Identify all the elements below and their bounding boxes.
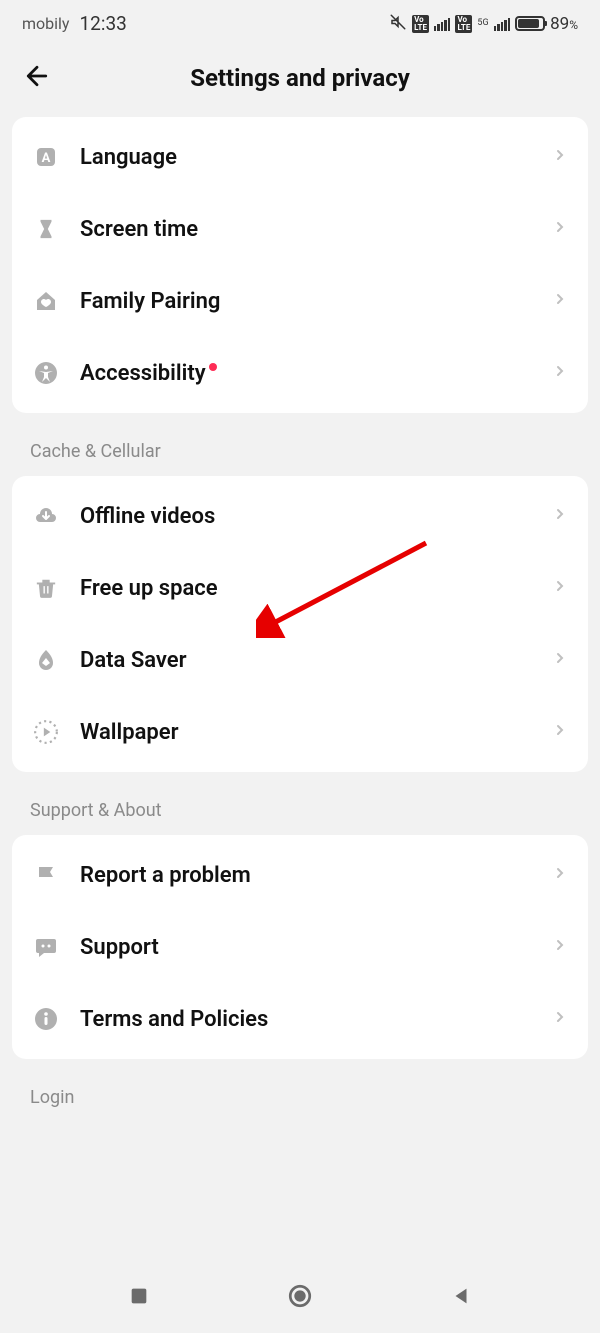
page-title: Settings and privacy (22, 64, 578, 92)
flag-icon (32, 861, 60, 889)
list-item-wallpaper[interactable]: Wallpaper (12, 696, 588, 768)
settings-group-card: A Language Screen time Family Pairing (12, 117, 588, 413)
signal-icon-1 (434, 17, 451, 31)
page-header: Settings and privacy (0, 43, 600, 117)
chevron-right-icon (552, 722, 568, 742)
carrier-label: mobily (22, 14, 70, 33)
data-saver-icon (32, 646, 60, 674)
hourglass-icon (32, 215, 60, 243)
item-label: Support (80, 935, 532, 960)
list-item-offline-videos[interactable]: Offline videos (12, 480, 588, 552)
wallpaper-icon (32, 718, 60, 746)
home-heart-icon (32, 287, 60, 315)
list-item-report-problem[interactable]: Report a problem (12, 839, 588, 911)
chevron-right-icon (552, 1009, 568, 1029)
chevron-right-icon (552, 578, 568, 598)
section-header-login: Login (12, 1059, 588, 1122)
cache-cellular-card: Offline videos Free up space Data Saver (12, 476, 588, 772)
nav-home-button[interactable] (287, 1283, 313, 1313)
chevron-right-icon (552, 650, 568, 670)
nav-back-button[interactable] (450, 1285, 472, 1311)
volte-icon-1: VoLTE (412, 15, 429, 33)
cloud-download-icon (32, 502, 60, 530)
list-item-data-saver[interactable]: Data Saver (12, 624, 588, 696)
chevron-right-icon (552, 363, 568, 383)
item-label: Data Saver (80, 648, 532, 673)
list-item-free-up-space[interactable]: Free up space (12, 552, 588, 624)
status-bar: mobily 12:33 VoLTE VoLTE 5G 89% (0, 0, 600, 43)
support-about-card: Report a problem Support Terms and Polic… (12, 835, 588, 1059)
list-item-terms-policies[interactable]: Terms and Policies (12, 983, 588, 1055)
system-nav-bar (0, 1263, 600, 1333)
mute-icon (389, 13, 407, 35)
list-item-screen-time[interactable]: Screen time (12, 193, 588, 265)
status-time: 12:33 (80, 12, 127, 35)
chevron-right-icon (552, 147, 568, 167)
section-header-cache-cellular: Cache & Cellular (12, 413, 588, 476)
item-label: Family Pairing (80, 289, 532, 314)
battery-icon (515, 16, 545, 31)
battery-percent: 89% (550, 14, 578, 34)
chevron-right-icon (552, 937, 568, 957)
item-label: Wallpaper (80, 720, 532, 745)
info-icon (32, 1005, 60, 1033)
list-item-family-pairing[interactable]: Family Pairing (12, 265, 588, 337)
list-item-language[interactable]: A Language (12, 121, 588, 193)
volte-icon-2: VoLTE (455, 15, 472, 33)
chevron-right-icon (552, 865, 568, 885)
item-label: Terms and Policies (80, 1007, 532, 1032)
item-label: Offline videos (80, 504, 532, 529)
svg-text:A: A (42, 151, 51, 166)
network-label: 5G (477, 19, 488, 28)
list-item-accessibility[interactable]: Accessibility (12, 337, 588, 409)
chevron-right-icon (552, 506, 568, 526)
item-label: Report a problem (80, 863, 532, 888)
signal-icon-2 (494, 17, 511, 31)
chevron-right-icon (552, 219, 568, 239)
chevron-right-icon (552, 291, 568, 311)
accessibility-icon (32, 359, 60, 387)
trash-icon (32, 574, 60, 602)
list-item-support[interactable]: Support (12, 911, 588, 983)
item-label: Accessibility (80, 361, 532, 386)
chat-icon (32, 933, 60, 961)
item-label: Screen time (80, 217, 532, 242)
item-label: Language (80, 145, 532, 170)
item-label: Free up space (80, 576, 532, 601)
section-header-support-about: Support & About (12, 772, 588, 835)
nav-recents-button[interactable] (128, 1285, 150, 1311)
language-icon: A (32, 143, 60, 171)
